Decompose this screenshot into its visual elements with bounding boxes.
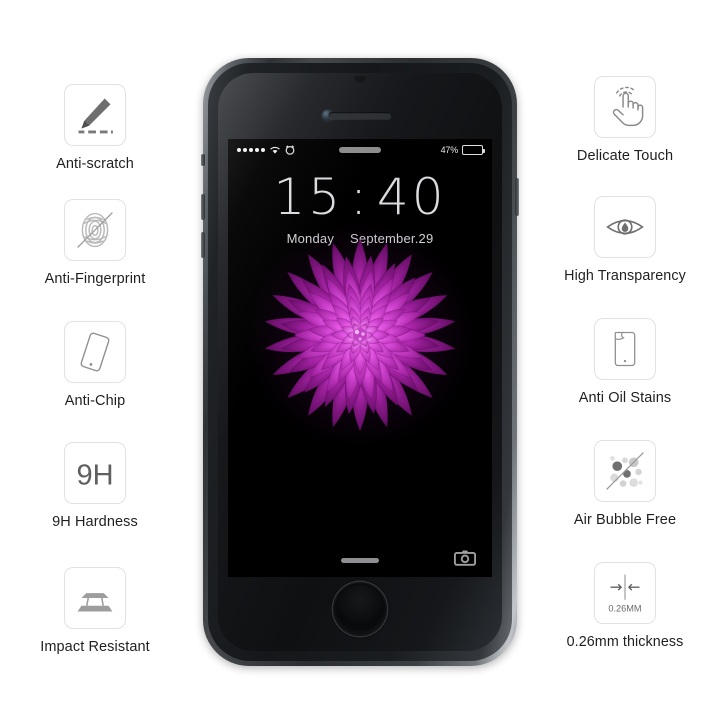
feature-label: High Transparency <box>564 268 686 284</box>
earpiece-speaker <box>328 112 392 119</box>
status-bar-right: 47% <box>440 145 485 155</box>
feature-label: Delicate Touch <box>576 148 674 164</box>
battery-icon <box>462 145 485 155</box>
feature-anti-chip[interactable]: Anti-Chip <box>0 321 190 410</box>
feature-high-transparency[interactable]: High Transparency <box>530 196 720 285</box>
slide-to-unlock-handle[interactable] <box>341 558 379 563</box>
feature-9h-hardness[interactable]: 9H 9H Hardness <box>0 442 190 531</box>
feature-label: Anti Oil Stains <box>578 390 672 406</box>
touch-hand-icon <box>594 76 656 138</box>
product-infographic: Anti-scratch Anti-Fingerprint Anti-Chip … <box>0 0 720 720</box>
tempered-glass-surface: 47% 15:40 Monda <box>218 73 502 651</box>
clock-separator: : <box>350 168 370 226</box>
camera-icon[interactable] <box>454 549 476 566</box>
purple-dahlia-flower-wallpaper <box>245 220 475 450</box>
pen-scratch-icon <box>64 84 126 146</box>
carrier-name-pill <box>339 147 381 153</box>
clock-minutes: 40 <box>376 168 447 226</box>
phone-bezel: 47% 15:40 Monda <box>208 63 512 661</box>
fingerprint-icon <box>64 199 126 261</box>
feature-air-bubble-free[interactable]: Air Bubble Free <box>530 440 720 529</box>
clock-hours: 15 <box>273 168 344 226</box>
impact-layers-icon <box>64 567 126 629</box>
feature-thickness[interactable]: 0.26MM 0.26mm thickness <box>530 562 720 651</box>
feature-label: Impact Resistant <box>40 639 150 655</box>
mute-switch[interactable] <box>201 154 205 166</box>
oil-drop-phone-icon <box>594 318 656 380</box>
alarm-clock-icon <box>285 145 295 155</box>
tilted-phone-icon <box>64 321 126 383</box>
status-bar-left <box>237 145 295 155</box>
smartphone-mockup: 47% 15:40 Monda <box>194 58 526 668</box>
feature-label: 0.26mm thickness <box>566 634 684 650</box>
volume-down-button[interactable] <box>201 232 205 258</box>
feature-label: Anti-Chip <box>64 393 126 409</box>
signal-strength-dots <box>237 148 265 152</box>
feature-impact-resistant[interactable]: Impact Resistant <box>0 567 190 656</box>
home-button[interactable] <box>333 582 387 636</box>
feature-label: Anti-scratch <box>56 156 134 172</box>
thickness-icon: 0.26MM <box>594 562 656 624</box>
thickness-badge-text: 0.26MM <box>608 603 641 613</box>
clock-time: 15:40 <box>228 172 492 222</box>
phone-screen[interactable]: 47% 15:40 Monda <box>228 139 492 577</box>
volume-up-button[interactable] <box>201 194 205 220</box>
status-bar: 47% <box>228 139 492 161</box>
hardness-9h-icon: 9H <box>64 442 126 504</box>
feature-label: Air Bubble Free <box>573 512 677 528</box>
right-feature-column: Delicate Touch High Transparency Anti Oi… <box>530 0 720 720</box>
feature-label: Anti-Fingerprint <box>44 271 146 287</box>
phone-frame: 47% 15:40 Monda <box>201 58 519 666</box>
feature-label: 9H Hardness <box>52 514 138 530</box>
wifi-icon <box>270 146 280 154</box>
power-button[interactable] <box>515 178 519 216</box>
proximity-sensor-notch <box>354 76 366 83</box>
feature-anti-oil-stains[interactable]: Anti Oil Stains <box>530 318 720 407</box>
feature-anti-fingerprint[interactable]: Anti-Fingerprint <box>0 199 190 288</box>
battery-percent-label: 47% <box>440 145 459 155</box>
hardness-badge-text: 9H <box>76 460 113 492</box>
feature-delicate-touch[interactable]: Delicate Touch <box>530 76 720 165</box>
left-feature-column: Anti-scratch Anti-Fingerprint Anti-Chip … <box>0 0 190 720</box>
feature-anti-scratch[interactable]: Anti-scratch <box>0 84 190 173</box>
eye-icon <box>594 196 656 258</box>
bubbles-icon <box>594 440 656 502</box>
